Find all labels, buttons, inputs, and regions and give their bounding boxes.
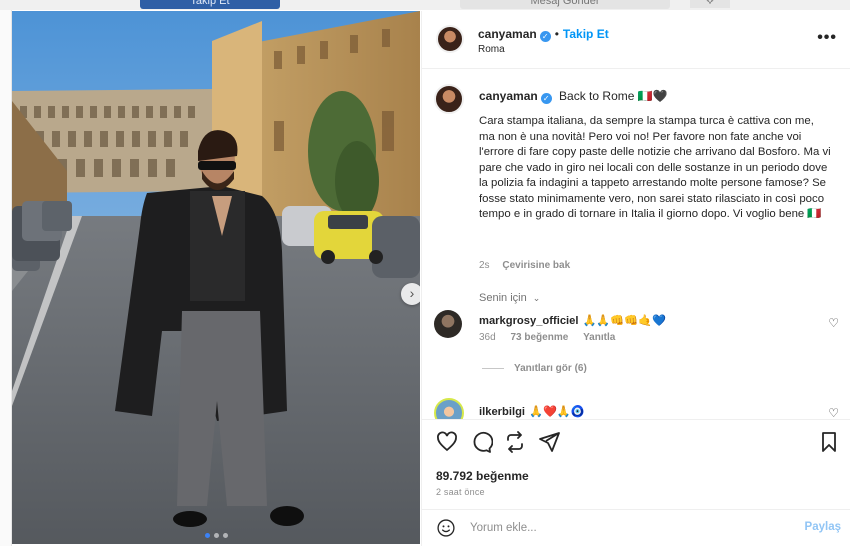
send-icon[interactable] [537,430,561,454]
comment-icon[interactable] [469,430,493,454]
post-image[interactable]: › [12,11,420,544]
likes-count[interactable]: 89.792 beğenme [436,469,529,483]
background-follow-button: Takip Et [140,0,280,9]
comment-input[interactable] [470,518,790,538]
reply-button[interactable]: Yanıtla [583,332,615,343]
post-actions-bar: 89.792 beğenme 2 saat önce [422,419,850,509]
caption-username[interactable]: canyaman [479,89,538,103]
commenter-avatar[interactable] [434,398,464,419]
post-timestamp[interactable]: 2 saat önce [436,487,485,497]
verified-badge-icon: ✓ [539,31,551,42]
replies-line [482,367,504,369]
comment-text: 🙏🙏👊👊🤙💙 [582,315,667,327]
background-page-strip: Takip Et Mesaj Gönder ⟡ [0,0,850,10]
background-person-icon: ⟡ [690,0,730,8]
comments-scroll-area[interactable]: canyaman ✓ Back to Rome 🇮🇹🖤 Cara stampa i… [422,70,850,419]
for-you-label: Senin için [479,292,527,304]
rome-street-photo [12,11,420,544]
emoji-icon[interactable] [436,518,456,538]
separator-dot: • [554,27,559,41]
repost-icon[interactable] [503,430,527,454]
comment-like-icon[interactable]: ♡ [828,406,839,419]
comment-item: ilkerbilgi 🙏❤️🙏🧿 [479,405,585,418]
author-avatar[interactable] [436,25,464,53]
caption-header: canyaman ✓ Back to Rome 🇮🇹🖤 [479,89,668,104]
commenter-avatar[interactable] [434,310,462,338]
post-location[interactable]: Roma [478,44,505,55]
carousel-dot[interactable] [222,533,228,538]
chevron-down-icon: ⌄ [532,293,541,303]
next-image-button[interactable]: › [401,283,420,305]
caption-meta: 2s Çevirisine bak [479,260,570,271]
comment-username[interactable]: ilkerbilgi [479,406,525,418]
comment-age: 36d [479,332,496,343]
comment-meta: 36d 73 beğenme Yanıtla [479,332,627,343]
carousel-dots [12,533,420,538]
view-replies-label: Yanıtları gör (6) [514,363,587,374]
post-comment-button[interactable]: Paylaş [805,521,841,533]
comment-likes[interactable]: 73 beğenme [510,332,568,343]
comment-composer: Paylaş [422,509,850,546]
caption-age: 2s [479,260,490,271]
author-line: canyaman ✓ • Takip Et [478,27,609,42]
for-you-toggle[interactable]: Senin için ⌄ [479,292,540,304]
carousel-dot[interactable] [213,533,219,538]
comment-text: 🙏❤️🙏🧿 [529,406,585,418]
comment-username[interactable]: markgrosy_officiel [479,315,579,327]
caption-headline: Back to Rome 🇮🇹🖤 [559,89,668,103]
comment-item: markgrosy_officiel 🙏🙏👊👊🤙💙 [479,314,666,327]
post-header: canyaman ✓ • Takip Et Roma ••• [422,11,850,69]
caption-text: Cara stampa italiana, da sempre la stamp… [479,115,831,220]
follow-button[interactable]: Takip Et [563,27,609,41]
view-replies-button[interactable]: Yanıtları gör (6) [482,363,587,374]
verified-badge-icon: ✓ [540,93,552,104]
heart-icon[interactable] [435,430,459,454]
author-username[interactable]: canyaman [478,27,537,41]
comment-like-icon[interactable]: ♡ [828,316,839,330]
carousel-dot[interactable] [204,533,210,538]
see-translation-link[interactable]: Çevirisine bak [502,260,570,271]
bookmark-icon[interactable] [817,430,841,454]
post-details-panel: canyaman ✓ • Takip Et Roma ••• canyaman ✓ Ba… [421,11,850,546]
background-message-button: Mesaj Gönder [460,0,670,9]
caption-avatar[interactable] [434,84,464,114]
backdrop-edge [0,10,12,546]
more-options-icon[interactable]: ••• [817,29,837,47]
